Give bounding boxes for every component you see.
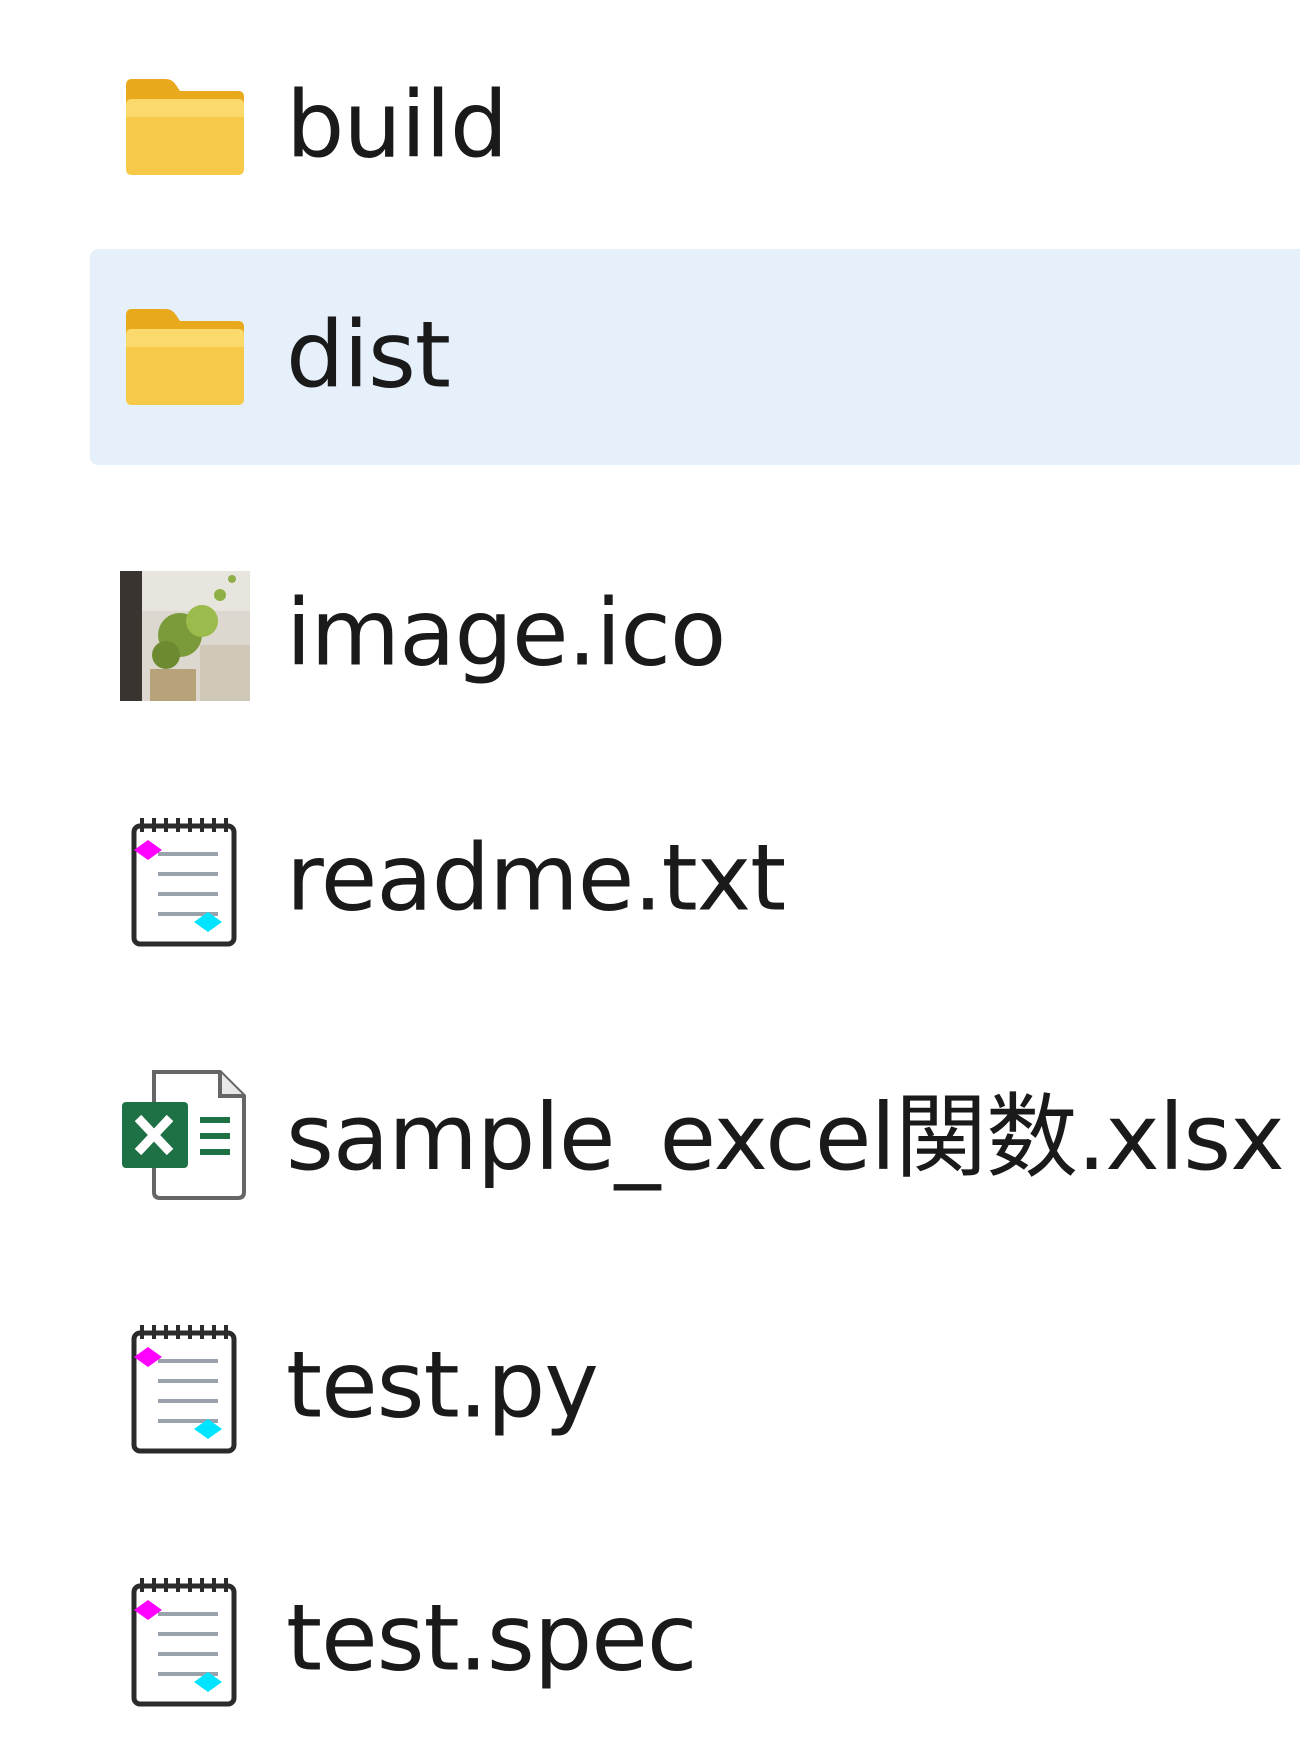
excel-file-icon: [120, 1062, 250, 1202]
file-name: readme.txt: [286, 824, 786, 932]
text-file-icon: [120, 1570, 250, 1710]
file-row-readme-txt[interactable]: readme.txt: [90, 772, 1300, 988]
file-row-build[interactable]: build: [90, 19, 1300, 235]
file-name: test.spec: [286, 1584, 697, 1692]
file-list: build dist image.ico readme.txt sample_e…: [0, 0, 1300, 1761]
folder-icon: [120, 57, 250, 197]
file-name: dist: [286, 301, 451, 409]
image-thumbnail-icon: [120, 565, 250, 705]
file-row-test-py[interactable]: test.py: [90, 1279, 1300, 1495]
folder-icon: [120, 287, 250, 427]
file-row-sample-excel-xlsx[interactable]: sample_excel関数.xlsx: [90, 1024, 1300, 1240]
file-row-dist[interactable]: dist: [90, 249, 1300, 465]
text-file-icon: [120, 810, 250, 950]
file-name: image.ico: [286, 579, 726, 687]
file-name: test.py: [286, 1331, 599, 1439]
file-name: build: [286, 71, 508, 179]
file-name: sample_excel関数.xlsx: [286, 1083, 1285, 1191]
file-row-test-spec[interactable]: test.spec: [90, 1532, 1300, 1748]
file-row-image-ico[interactable]: image.ico: [90, 527, 1300, 743]
text-file-icon: [120, 1317, 250, 1457]
